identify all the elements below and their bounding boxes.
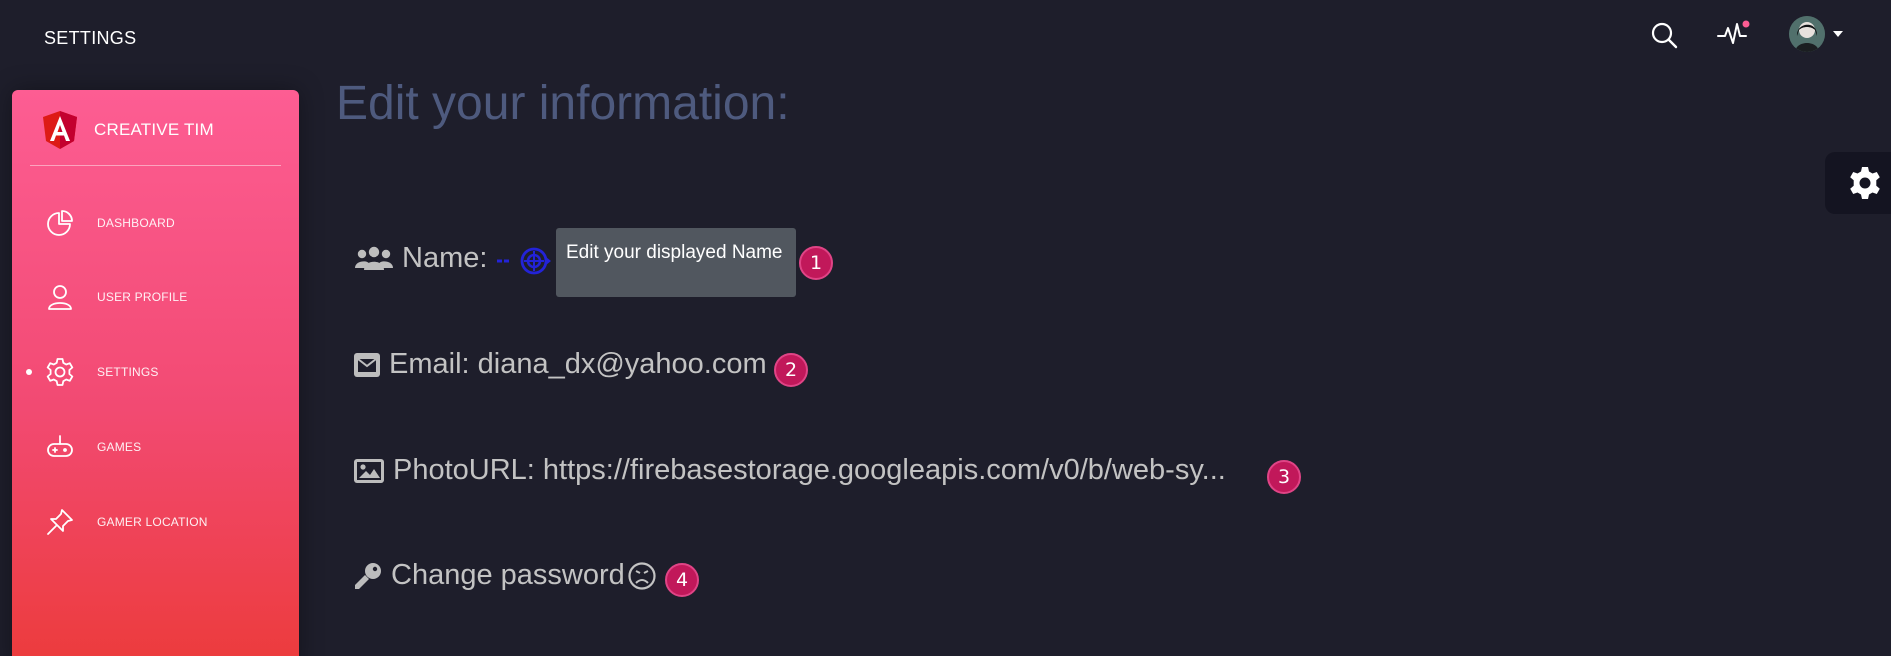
page-title: Edit your information: [336,77,790,130]
sidebar-brand[interactable]: CREATIVE TIM [42,110,214,150]
sidebar-item-dashboard[interactable]: DASHBOARD [12,198,299,248]
sidebar-item-label: USER PROFILE [97,290,188,304]
sidebar-item-label: GAMER LOCATION [97,515,208,529]
gear-icon [1847,165,1883,201]
step-badge-4: 4 [665,563,699,597]
angular-logo-icon [43,111,77,149]
active-indicator [26,369,32,375]
users-icon [354,246,394,272]
email-value: Email: diana_dx@yahoo.com [389,348,767,380]
chart-pie-icon [45,208,75,238]
settings-page: SETTINGS CREATIVE TIM DASHBOARD USER PRO… [0,0,1891,656]
step-badge-2: 2 [774,353,808,387]
sidebar-item-settings[interactable]: SETTINGS [12,347,299,397]
gamepad-icon [45,432,75,462]
sad-face-icon[interactable] [627,561,657,591]
step-badge-1: 1 [799,246,833,280]
sidebar-item-user-profile[interactable]: USER PROFILE [12,272,299,322]
edit-name-tooltip: Edit your displayed Name [556,228,796,297]
navbar-page-title[interactable]: SETTINGS [44,28,136,49]
photo-url-value: PhotoURL: https://firebasestorage.google… [393,454,1226,486]
sidebar-item-label: SETTINGS [97,365,159,379]
brand-name: CREATIVE TIM [94,120,214,139]
user-icon [45,282,75,312]
avatar[interactable] [1789,16,1825,52]
email-field[interactable]: Email: diana_dx@yahoo.com [353,348,767,381]
pin-icon [45,507,75,537]
photo-url-field[interactable]: PhotoURL: https://firebasestorage.google… [353,454,1226,487]
image-icon [353,458,385,484]
step-badge-3: 3 [1267,460,1301,494]
notification-dot [1742,20,1750,28]
sidebar: CREATIVE TIM DASHBOARD USER PROFILE SETT… [12,90,299,656]
gear-icon [45,357,75,387]
edit-name-pointer-icon[interactable] [495,246,555,276]
change-password-field[interactable]: Change password [353,559,657,592]
chevron-down-icon[interactable] [1831,28,1845,40]
sidebar-item-label: GAMES [97,440,142,454]
sidebar-item-games[interactable]: GAMES [12,422,299,472]
envelope-icon [353,352,381,378]
theme-settings-toggle[interactable] [1825,152,1891,214]
sidebar-item-label: DASHBOARD [97,216,175,230]
sidebar-item-gamer-location[interactable]: GAMER LOCATION [12,497,299,547]
activity-notification-icon[interactable] [1716,16,1752,50]
name-label: Name: [402,242,488,274]
key-icon [353,561,383,591]
change-password-label: Change password [391,559,625,591]
search-icon[interactable] [1647,18,1681,52]
sidebar-divider [30,165,281,166]
name-field[interactable]: Name: [354,242,487,275]
